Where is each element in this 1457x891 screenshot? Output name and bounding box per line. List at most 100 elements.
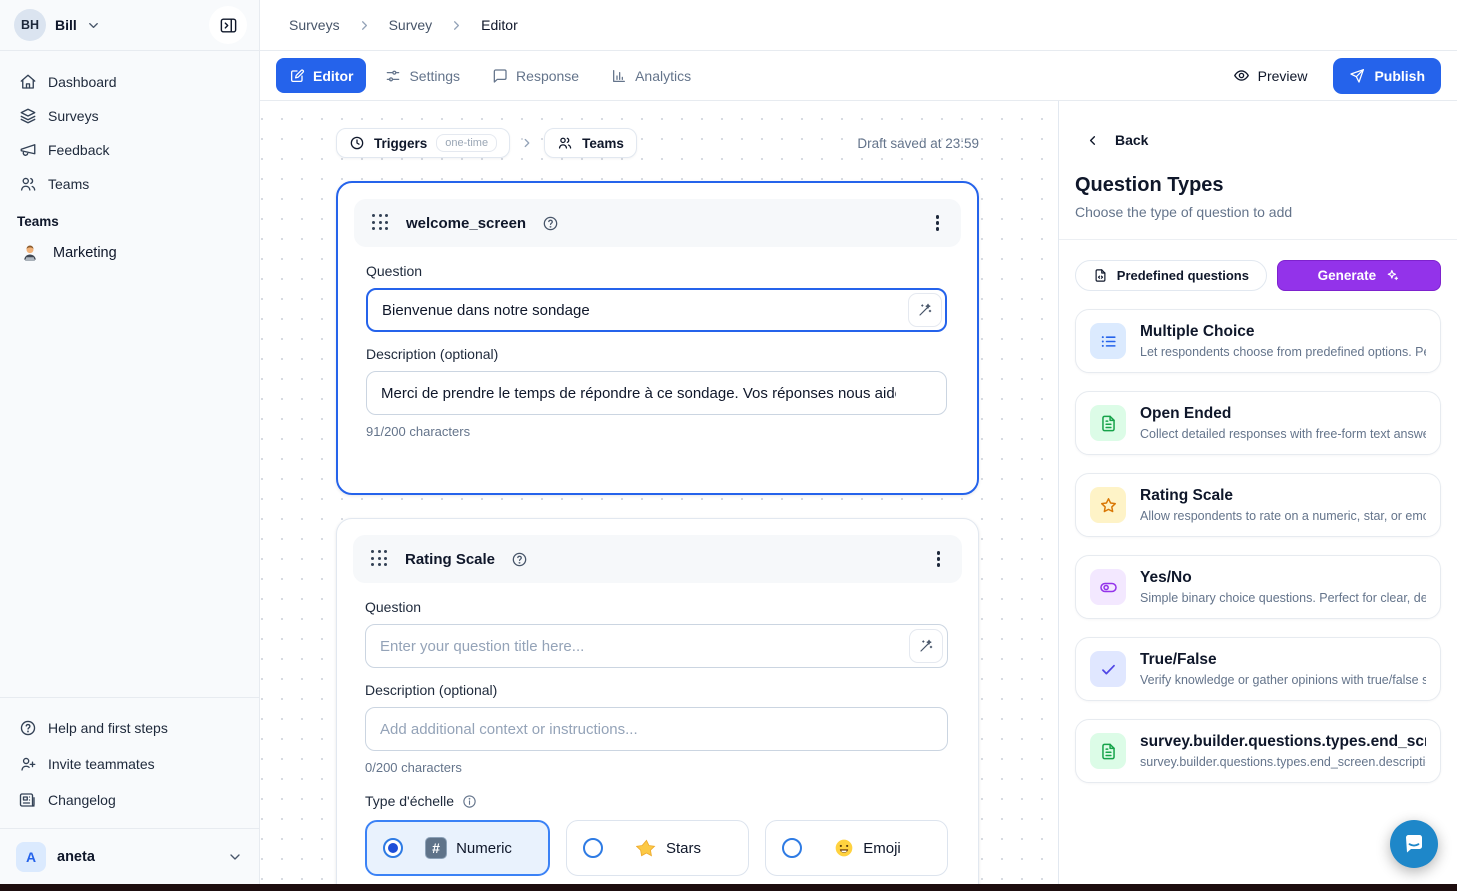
main-area: Surveys Survey Editor Editor Setting — [260, 0, 1457, 884]
teams-chip-label: Teams — [582, 136, 624, 151]
send-icon — [1349, 68, 1365, 84]
drag-handle-icon[interactable] — [371, 550, 389, 568]
preview-button[interactable]: Preview — [1233, 67, 1308, 84]
question-type-title: True/False — [1140, 651, 1426, 669]
question-card-rating-scale[interactable]: Rating Scale Question — [336, 518, 979, 884]
question-type-description: Allow respondents to rate on a numeric, … — [1140, 509, 1426, 523]
sidebar-item-surveys[interactable]: Surveys — [0, 99, 259, 133]
ai-wand-button[interactable] — [908, 293, 942, 327]
question-type-description: Verify knowledge or gather opinions with… — [1140, 673, 1426, 687]
scale-option-label: Stars — [666, 840, 701, 857]
question-type-true-false[interactable]: True/False Verify knowledge or gather op… — [1075, 637, 1441, 701]
question-label: Question — [366, 263, 947, 279]
chevron-right-icon — [357, 18, 372, 33]
survey-canvas: Triggers one-time Teams Draft sav — [260, 101, 1059, 884]
eye-icon — [1233, 67, 1250, 84]
sidebar-item-help[interactable]: Help and first steps — [0, 710, 259, 746]
publish-label: Publish — [1374, 68, 1425, 84]
question-type-yes-no[interactable]: Yes/No Simple binary choice questions. P… — [1075, 555, 1441, 619]
scale-option-numeric[interactable]: # Numeric — [365, 820, 550, 876]
question-title-input[interactable] — [366, 288, 947, 332]
back-button[interactable]: Back — [1085, 132, 1441, 148]
sidebar-team-marketing[interactable]: Marketing — [0, 235, 259, 271]
question-type-title: survey.builder.questions.types.end_scr..… — [1140, 733, 1426, 751]
scale-option-emoji[interactable]: Emoji — [765, 820, 948, 876]
question-type-end-screen[interactable]: survey.builder.questions.types.end_scr..… — [1075, 719, 1441, 783]
triggers-chip[interactable]: Triggers one-time — [336, 128, 510, 158]
question-type-open-ended[interactable]: Open Ended Collect detailed responses wi… — [1075, 391, 1441, 455]
back-label: Back — [1115, 132, 1148, 148]
question-card-title: Rating Scale — [405, 551, 495, 568]
preview-label: Preview — [1258, 68, 1308, 84]
scale-option-stars[interactable]: Stars — [566, 820, 749, 876]
help-circle-icon[interactable] — [511, 551, 528, 568]
breadcrumb-survey[interactable]: Survey — [389, 17, 433, 33]
char-count: 0/200 characters — [365, 760, 948, 775]
question-label: Question — [365, 599, 948, 615]
sidebar-item-feedback[interactable]: Feedback — [0, 133, 259, 167]
char-count: 91/200 characters — [366, 424, 947, 439]
sidebar-item-changelog[interactable]: Changelog — [0, 782, 259, 818]
question-description-input[interactable] — [365, 707, 948, 751]
predefined-questions-button[interactable]: Predefined questions — [1075, 260, 1267, 291]
ai-wand-button[interactable] — [909, 629, 943, 663]
file-code-icon — [1093, 268, 1108, 283]
check-icon — [1090, 651, 1126, 687]
card-menu-icon[interactable] — [933, 547, 945, 571]
tab-label: Analytics — [635, 68, 691, 84]
question-types-panel: Back Question Types Choose the type of q… — [1059, 101, 1457, 884]
chat-widget-button[interactable] — [1390, 820, 1438, 868]
question-type-description: Simple binary choice questions. Perfect … — [1140, 591, 1426, 605]
publish-button[interactable]: Publish — [1333, 58, 1441, 94]
workspace-name[interactable]: Bill — [55, 17, 77, 33]
panel-toggle-icon — [219, 16, 238, 35]
predefined-questions-label: Predefined questions — [1117, 268, 1249, 283]
tab-analytics[interactable]: Analytics — [598, 58, 704, 93]
sidebar-item-invite[interactable]: Invite teammates — [0, 746, 259, 782]
breadcrumb-surveys[interactable]: Surveys — [289, 17, 340, 33]
tab-response[interactable]: Response — [479, 58, 592, 93]
hash-keycap-icon: # — [425, 837, 447, 859]
radio-icon — [583, 838, 603, 858]
sidebar-item-label: Teams — [48, 176, 89, 192]
drag-handle-icon[interactable] — [372, 214, 390, 232]
chevron-right-icon — [520, 136, 534, 150]
chevron-down-icon[interactable] — [86, 18, 101, 33]
question-card-header: welcome_screen — [354, 199, 961, 247]
sidebar-header: BH Bill — [0, 0, 259, 51]
question-card-welcome-screen[interactable]: welcome_screen Question — [336, 181, 979, 495]
sidebar: BH Bill Dashboard Surv — [0, 0, 260, 884]
user-plus-icon — [19, 755, 37, 773]
workspace-avatar[interactable]: BH — [14, 9, 46, 41]
editor-toolbar: Editor Settings Response Analytics — [260, 51, 1457, 101]
sidebar-item-dashboard[interactable]: Dashboard — [0, 65, 259, 99]
tab-settings[interactable]: Settings — [372, 58, 473, 93]
scale-type-options: # Numeric — [365, 820, 948, 876]
sidebar-item-label: Dashboard — [48, 74, 117, 90]
wand-sparkles-icon — [917, 302, 933, 318]
radio-checked-icon — [383, 838, 403, 858]
panel-subtitle: Choose the type of question to add — [1075, 204, 1441, 220]
help-circle-icon[interactable] — [542, 215, 559, 232]
sidebar-footer: Help and first steps Invite teammates Ch… — [0, 697, 259, 884]
tab-label: Settings — [409, 68, 460, 84]
divider — [1059, 239, 1457, 240]
question-type-rating-scale[interactable]: Rating Scale Allow respondents to rate o… — [1075, 473, 1441, 537]
account-switcher[interactable]: A aneta — [0, 828, 259, 884]
teams-chip[interactable]: Teams — [544, 128, 637, 158]
question-type-multiple-choice[interactable]: Multiple Choice Let respondents choose f… — [1075, 309, 1441, 373]
sidebar-collapse-button[interactable] — [209, 6, 247, 44]
file-text-icon — [1090, 733, 1126, 769]
triggers-chip-label: Triggers — [374, 136, 427, 151]
question-description-input[interactable] — [366, 371, 947, 415]
tab-editor[interactable]: Editor — [276, 58, 366, 93]
info-circle-icon[interactable] — [462, 794, 477, 809]
card-menu-icon[interactable] — [932, 211, 944, 235]
question-type-description: Let respondents choose from predefined o… — [1140, 345, 1426, 359]
generate-button[interactable]: Generate — [1277, 260, 1441, 291]
toggle-icon — [1090, 569, 1126, 605]
sidebar-item-teams[interactable]: Teams — [0, 167, 259, 201]
question-title-input[interactable] — [365, 624, 948, 668]
megaphone-icon — [19, 141, 37, 159]
file-text-icon — [1090, 405, 1126, 441]
